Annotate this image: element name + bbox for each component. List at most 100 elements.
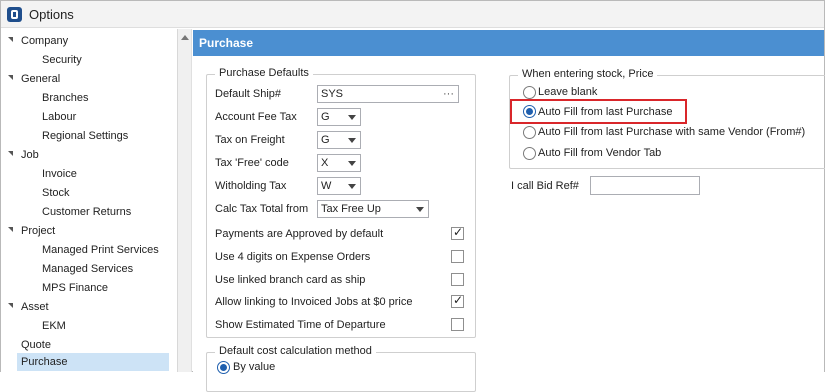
tree-item-customer-returns[interactable]: Customer Returns <box>42 203 131 221</box>
cost-calc-legend: Default cost calculation method <box>215 345 376 357</box>
tree-item-label: Job <box>21 149 39 161</box>
tree-item-managed-services[interactable]: Managed Services <box>42 260 133 278</box>
check-label-etd: Show Estimated Time of Departure <box>215 319 386 331</box>
tax-on-freight-label: Tax on Freight <box>215 134 285 146</box>
tree-item-label: Customer Returns <box>42 206 132 218</box>
tree-item-project[interactable]: Project <box>8 222 56 240</box>
account-fee-tax-label: Account Fee Tax <box>215 111 297 123</box>
calc-tax-total-label: Calc Tax Total from <box>215 203 309 215</box>
tree-item-label: Regional Settings <box>42 130 129 142</box>
window-title: Options <box>29 7 74 22</box>
tree-item-label: Invoice <box>42 168 77 180</box>
chevron-down-icon[interactable] <box>348 138 356 143</box>
auto-fill-vendor-tab-label: Auto Fill from Vendor Tab <box>538 147 662 159</box>
tree-item-managed-print-services[interactable]: Managed Print Services <box>42 241 159 259</box>
tree-item-ekm[interactable]: EKM <box>42 317 66 335</box>
tree-item-labour[interactable]: Labour <box>42 108 76 126</box>
tree-item-job[interactable]: Job <box>8 146 39 164</box>
tree-scrollbar[interactable] <box>178 29 192 372</box>
chevron-down-icon[interactable] <box>348 115 356 120</box>
witholding-tax-select[interactable]: W <box>317 177 361 195</box>
tree-item-label: Stock <box>42 187 70 199</box>
allow-invoiced-jobs-checkbox[interactable] <box>451 293 464 308</box>
tree-item-stock[interactable]: Stock <box>42 184 70 202</box>
purchase-defaults-group: Purchase Defaults Default Ship# SYS ··· … <box>206 67 476 338</box>
cost-calc-group: Default cost calculation method By value <box>206 345 476 392</box>
account-fee-tax-select[interactable]: G <box>317 108 361 126</box>
chevron-down-icon[interactable] <box>348 184 356 189</box>
account-fee-tax-value: G <box>321 111 330 123</box>
bid-ref-label: I call Bid Ref# <box>511 180 579 192</box>
tree-item-purchase[interactable]: Purchase <box>17 353 169 371</box>
auto-fill-same-vendor-label: Auto Fill from last Purchase with same V… <box>538 126 806 138</box>
check-label-invoiced-jobs: Allow linking to Invoiced Jobs at $0 pri… <box>215 296 413 308</box>
auto-fill-last-purchase-radio[interactable] <box>523 105 536 118</box>
tree-item-label: EKM <box>42 320 66 332</box>
calc-tax-total-select[interactable]: Tax Free Up <box>317 200 429 218</box>
linked-branch-checkbox[interactable] <box>451 273 464 286</box>
tree-expand-icon[interactable] <box>8 227 13 232</box>
tree-item-asset[interactable]: Asset <box>8 298 49 316</box>
leave-blank-radio[interactable] <box>523 86 536 99</box>
tree-item-label: Branches <box>42 92 89 104</box>
chevron-down-icon[interactable] <box>348 161 356 166</box>
default-ship-field[interactable]: SYS ··· <box>317 85 459 103</box>
tree-item-label: General <box>21 73 61 85</box>
tax-free-code-select[interactable]: X <box>317 154 361 172</box>
witholding-tax-value: W <box>321 180 332 192</box>
auto-fill-last-purchase-label: Auto Fill from last Purchase <box>538 106 673 118</box>
calc-tax-total-value: Tax Free Up <box>321 203 381 215</box>
tree-item-label: Managed Services <box>42 263 134 275</box>
tree-item-invoice[interactable]: Invoice <box>42 165 77 183</box>
tree-item-company[interactable]: Company <box>8 32 68 50</box>
purchase-defaults-legend: Purchase Defaults <box>215 67 313 79</box>
tree-expand-icon[interactable] <box>8 151 13 156</box>
tree-item-label: Quote <box>21 339 51 351</box>
tree-item-regional-settings[interactable]: Regional Settings <box>42 127 128 145</box>
tree-item-label: Managed Print Services <box>42 244 159 256</box>
options-tree: Company Security General Branches Labour… <box>1 29 178 372</box>
bid-ref-input[interactable] <box>590 176 700 195</box>
show-etd-checkbox[interactable] <box>451 318 464 331</box>
witholding-tax-label: Witholding Tax <box>215 180 287 192</box>
by-value-label: By value <box>233 361 276 373</box>
app-logo-icon <box>7 7 22 22</box>
tax-on-freight-select[interactable]: G <box>317 131 361 149</box>
chevron-down-icon[interactable] <box>416 207 424 212</box>
use-4-digits-checkbox[interactable] <box>451 250 464 263</box>
section-header: Purchase <box>193 30 824 56</box>
tree-item-security[interactable]: Security <box>42 51 82 69</box>
tree-item-label: Asset <box>21 301 49 313</box>
default-ship-value: SYS <box>321 88 344 100</box>
tree-expand-icon[interactable] <box>8 37 13 42</box>
leave-blank-label: Leave blank <box>538 86 598 98</box>
check-label-4-digits: Use 4 digits on Expense Orders <box>215 251 371 263</box>
tree-item-quote[interactable]: Quote <box>21 336 51 354</box>
tree-item-mps-finance[interactable]: MPS Finance <box>42 279 108 297</box>
stock-price-legend: When entering stock, Price <box>518 68 658 80</box>
ellipsis-icon[interactable]: ··· <box>443 86 454 102</box>
default-ship-label: Default Ship# <box>215 88 282 100</box>
title-bar: Options <box>1 1 824 28</box>
tree-item-label: Labour <box>42 111 77 123</box>
purchase-settings-panel: Purchase Defaults Default Ship# SYS ··· … <box>193 56 825 392</box>
check-label-payments-approved: Payments are Approved by default <box>215 228 384 240</box>
tree-item-label: Purchase <box>21 356 68 368</box>
tax-free-code-label: Tax 'Free' code <box>215 157 289 169</box>
tree-item-general[interactable]: General <box>8 70 61 88</box>
auto-fill-vendor-tab-radio[interactable] <box>523 147 536 160</box>
stock-price-group: When entering stock, Price Leave blank A… <box>509 68 825 169</box>
tax-free-code-value: X <box>321 157 329 169</box>
tree-expand-icon[interactable] <box>8 75 13 80</box>
tree-item-branches[interactable]: Branches <box>42 89 88 107</box>
check-label-linked-branch: Use linked branch card as ship <box>215 274 366 286</box>
scroll-up-arrow-icon[interactable] <box>181 35 189 40</box>
tax-on-freight-value: G <box>321 134 330 146</box>
tree-expand-icon[interactable] <box>8 303 13 308</box>
tree-item-label: Security <box>42 54 82 66</box>
by-value-radio[interactable] <box>217 361 230 374</box>
options-window: Options Company Security General Branche… <box>0 0 825 392</box>
auto-fill-same-vendor-radio[interactable] <box>523 126 536 139</box>
payments-approved-checkbox[interactable] <box>451 225 464 240</box>
tree-item-label: Project <box>21 225 56 237</box>
